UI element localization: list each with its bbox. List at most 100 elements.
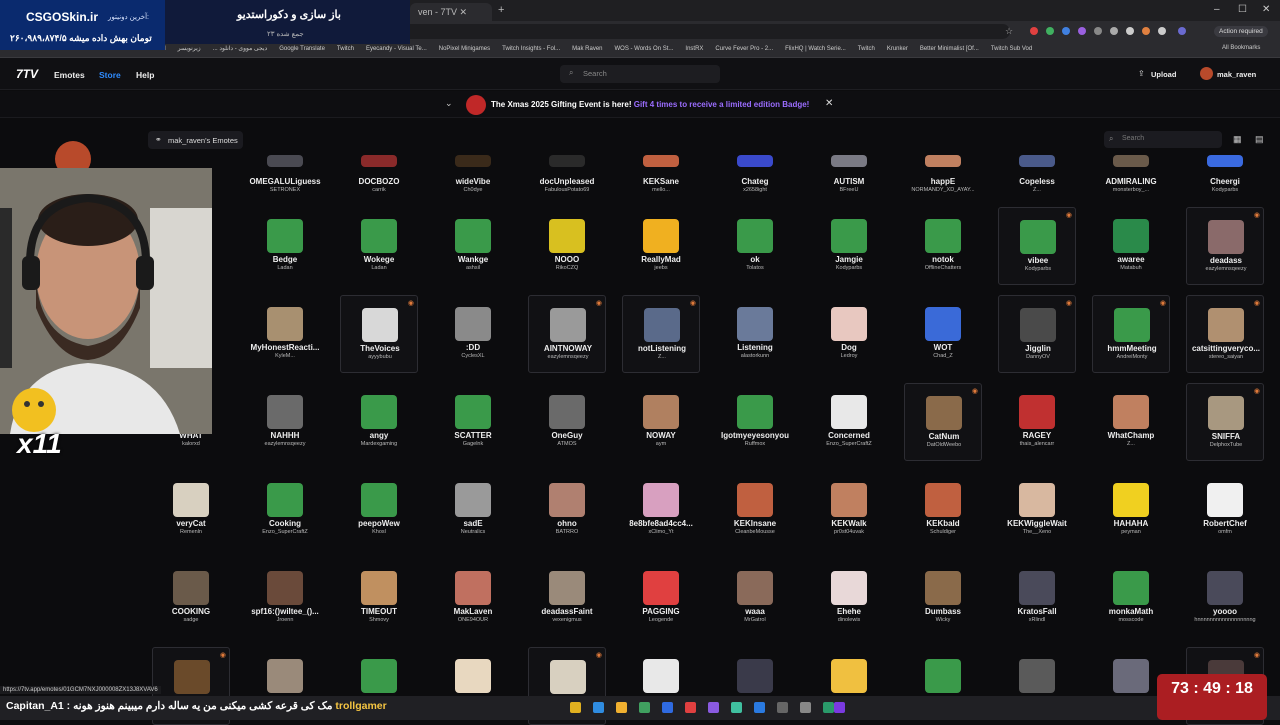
bookmark-item[interactable]: دیجی مووی - دانلود ... [213,46,268,52]
extension-icon[interactable] [1046,27,1054,35]
bookmark-item[interactable]: FlixHQ | Watch Serie... [785,46,846,52]
extension-icon[interactable] [1158,27,1166,35]
emote-card[interactable]: 8e8bfe8ad4cc4... xClimo_Yt [622,471,700,549]
bookmark-item[interactable]: InstRX [685,46,703,52]
emote-card[interactable]: notListening Z... ◉ [622,295,700,373]
emote-card[interactable]: KEKInsane CleanbeMousse [716,471,794,549]
upload-button[interactable]: Upload [1151,70,1176,79]
emote-card[interactable]: MyHonestReacti... KyleM... [246,295,324,373]
banner-close-icon[interactable]: ✕ [825,98,833,109]
emote-card[interactable]: ADMIRALING monsterboy_... [1092,129,1170,207]
folder-icon[interactable] [616,702,627,713]
emote-card[interactable]: OMEGALULiguess SETRONEX [246,129,324,207]
telegram-icon[interactable] [754,702,765,713]
emote-card[interactable]: NOWAY aym [622,383,700,461]
action-required-button[interactable]: Action required [1214,26,1268,37]
emote-card[interactable]: Cheergi Kodyparbs [1186,129,1264,207]
emote-card[interactable]: KEKSane mello... [622,129,700,207]
emote-card[interactable]: Wankge ashsil [434,207,512,285]
browser-tab-7tv[interactable]: ven - 7TV ✕ [410,3,492,21]
emote-card[interactable]: WhatChamp Z... [1092,383,1170,461]
emote-card[interactable]: SCATTER Gagelnk [434,383,512,461]
discord-icon[interactable] [708,702,719,713]
emote-card[interactable]: yoooo hnnnnnnnnnnnnnnnnnng [1186,559,1264,637]
emote-card[interactable]: AINTNOWAY eazylemnsqeezy ◉ [528,295,606,373]
bookmark-item[interactable]: NoPixel Minigames [439,46,490,52]
emote-card[interactable]: ok Tolatos [716,207,794,285]
nav-help[interactable]: Help [136,70,154,80]
bookmark-item[interactable]: Twitch [858,46,875,52]
bookmark-item[interactable]: Mak Raven [572,46,602,52]
emote-card[interactable]: wideVibe Ch0dye [434,129,512,207]
bookmark-star-icon[interactable]: ☆ [1005,26,1013,37]
emote-card[interactable]: peepoWew Khosl [340,471,418,549]
emote-card[interactable]: Concerned Enzo_SuperCraftZ [810,383,888,461]
extension-icon[interactable] [1078,27,1086,35]
app-icon[interactable] [777,702,788,713]
chrome-icon[interactable] [639,702,650,713]
emote-card[interactable]: waaa MrGatrol [716,559,794,637]
extension-icon[interactable] [1142,27,1150,35]
new-tab-icon[interactable]: + [498,4,504,16]
emote-card[interactable]: catsittingverycо... stereo_saiyan ◉ [1186,295,1264,373]
chevron-down-icon[interactable]: ⌄ [445,98,453,109]
emote-card[interactable]: Chateg x2658ight [716,129,794,207]
maximize-icon[interactable]: ☐ [1238,4,1247,15]
tab-close-icon[interactable]: ✕ [460,7,468,17]
emote-card[interactable]: vibee Kodyparbs ◉ [998,207,1076,285]
user-avatar[interactable] [1200,67,1213,80]
app-icon[interactable] [731,702,742,713]
emote-card[interactable]: sadE Neutralics [434,471,512,549]
banner-link[interactable]: Gift 4 times to receive a limited editio… [634,100,810,109]
emote-card[interactable]: Igotmyeyesonyou Ruffmox [716,383,794,461]
extension-icon[interactable] [1030,27,1038,35]
emote-card[interactable]: TheVoices ayyybubu ◉ [340,295,418,373]
bookmark-item[interactable]: Curve Fever Pro - 2... [715,46,773,52]
emote-card[interactable]: COOKING sadge [152,559,230,637]
emote-card[interactable]: KEKWiggleWait The__Xeno [998,471,1076,549]
emote-card[interactable]: KEKbald Schuldiger [904,471,982,549]
username[interactable]: mak_raven [1217,70,1256,79]
file-explorer-icon[interactable] [570,702,581,713]
bookmark-item[interactable]: Twitch [337,46,354,52]
bookmark-item[interactable]: Google Translate [279,46,325,52]
emote-card[interactable]: hmmMeeting AndreiMonty ◉ [1092,295,1170,373]
emote-card[interactable]: OneGuy ATMOS [528,383,606,461]
all-bookmarks[interactable]: All Bookmarks [1222,45,1260,51]
app-icon[interactable] [834,702,845,713]
bookmark-item[interactable]: Krunker [887,46,908,52]
emote-card[interactable]: Wokege Ladan [340,207,418,285]
emote-card[interactable]: KratosFall xRlindl [998,559,1076,637]
emote-card[interactable]: NAHHH eazylemnsqeezy [246,383,324,461]
emote-card[interactable]: deadassFaint vexenigmus [528,559,606,637]
emote-card[interactable]: Ehehe dinolewis [810,559,888,637]
bookmark-item[interactable]: Twitch Insights - Fol... [502,46,560,52]
extension-icon[interactable] [1062,27,1070,35]
emote-card[interactable]: AUTISM BFreeU [810,129,888,207]
emote-card[interactable]: happE NORMANDY_XD_AYAY... [904,129,982,207]
extension-icon[interactable] [1110,27,1118,35]
emote-card[interactable]: DOCBOZO carrik [340,129,418,207]
emote-card[interactable]: Bedge Ladan [246,207,324,285]
profile-icon[interactable] [1178,27,1186,35]
window-close-icon[interactable]: ✕ [1262,4,1270,15]
emote-card[interactable]: Jamgie Kodyparbs [810,207,888,285]
app-icon[interactable] [800,702,811,713]
app-icon[interactable] [685,702,696,713]
emote-card[interactable]: ReallyMad jeebs [622,207,700,285]
emote-card[interactable]: RAGEY thais_alencarr [998,383,1076,461]
emote-card[interactable]: Cooking Enzo_SuperCraftZ [246,471,324,549]
emote-card[interactable]: PAGGING Leogende [622,559,700,637]
emote-card[interactable]: WOT Chad_Z [904,295,982,373]
emote-card[interactable]: ohno BATRRO [528,471,606,549]
bookmark-item[interactable]: Better Minimalist [Of... [920,46,979,52]
emote-card[interactable]: KEKWalk pr0st04uvak [810,471,888,549]
extension-icon[interactable] [1094,27,1102,35]
emote-card[interactable]: Dumbass Wicky [904,559,982,637]
emote-card[interactable]: Listening alastorkunn [716,295,794,373]
bookmark-item[interactable]: زیرنویسر [178,46,201,52]
emote-card[interactable]: MakLaven ONE94OUR [434,559,512,637]
emote-card[interactable]: RobertChef omfm [1186,471,1264,549]
emote-card[interactable]: docUnpleased FabulousPotato69 [528,129,606,207]
emote-card[interactable]: SNIFFA DelphoxTube ◉ [1186,383,1264,461]
